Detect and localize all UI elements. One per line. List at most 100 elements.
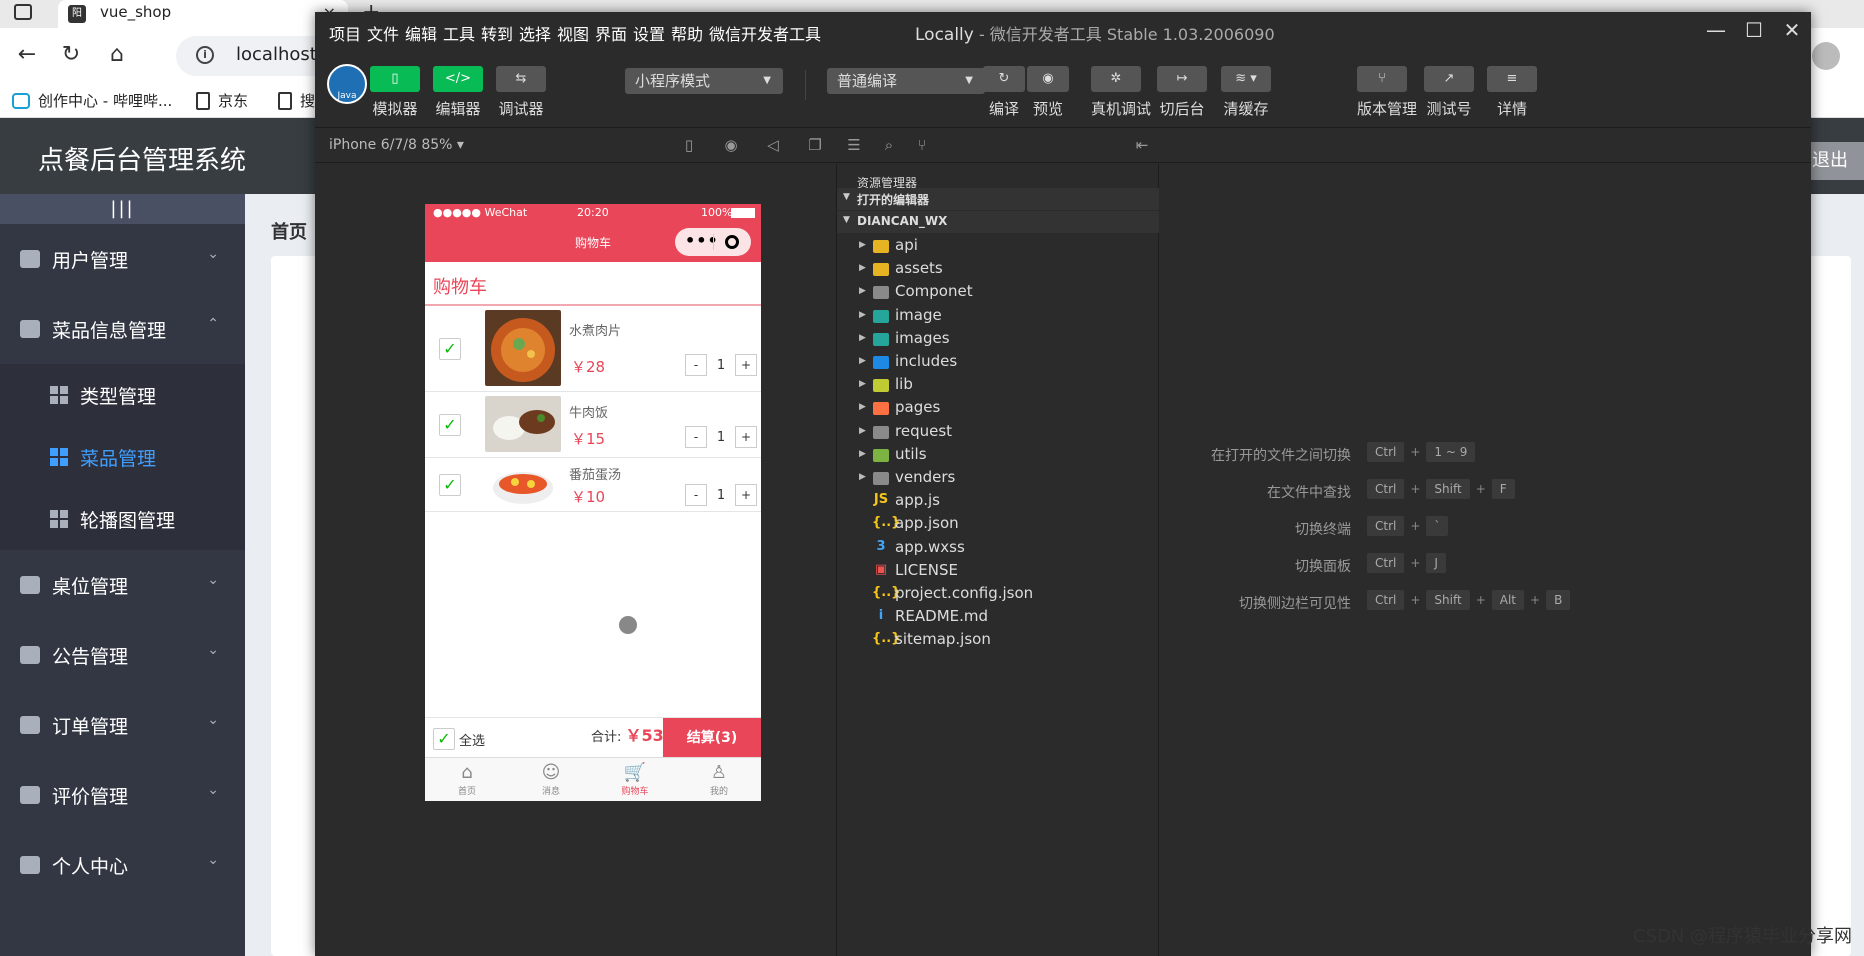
sidebar-toggle-button[interactable]: ||| xyxy=(0,194,245,224)
minimize-icon[interactable]: — xyxy=(1701,18,1731,42)
test-account-button[interactable]: ↗ 测试号 xyxy=(1424,66,1474,119)
submenu-item-types[interactable]: 类型管理 xyxy=(0,364,245,426)
folder-venders[interactable]: ▶ venders xyxy=(837,467,1159,490)
menu-item-orders[interactable]: 订单管理 ⌄ xyxy=(0,690,245,760)
file-app-js[interactable]: JS app.js xyxy=(837,490,1159,513)
folder-assets[interactable]: ▶ assets xyxy=(837,258,1159,281)
select-all-checkbox[interactable]: ✓ xyxy=(433,728,455,750)
item-checkbox[interactable]: ✓ xyxy=(439,474,461,496)
menu-view[interactable]: 视图 xyxy=(557,21,589,45)
increase-button[interactable]: + xyxy=(735,354,757,376)
breadcrumb[interactable]: 首页 xyxy=(271,218,307,244)
refresh-icon[interactable]: ↻ xyxy=(56,42,86,67)
item-checkbox[interactable]: ✓ xyxy=(439,338,461,360)
menu-wechat-devtools[interactable]: 微信开发者工具 xyxy=(709,21,821,45)
file-app-wxss[interactable]: 3 app.wxss xyxy=(837,537,1159,560)
decrease-button[interactable]: - xyxy=(685,354,707,376)
tab-cart[interactable]: 🛒 购物车 xyxy=(593,762,677,797)
home-icon[interactable]: ⌂ xyxy=(102,42,132,67)
menu-settings[interactable]: 设置 xyxy=(633,21,665,45)
submenu-item-carousel[interactable]: 轮播图管理 xyxy=(0,488,245,550)
tab-home[interactable]: ⌂ 首页 xyxy=(425,762,509,797)
increase-button[interactable]: + xyxy=(735,484,757,506)
checkout-button[interactable]: 结算(3) xyxy=(663,718,761,758)
decrease-button[interactable]: - xyxy=(685,426,707,448)
folder-componet[interactable]: ▶ Componet xyxy=(837,281,1159,304)
menu-item-users[interactable]: 用户管理 ⌄ xyxy=(0,224,245,294)
mode-select[interactable]: 小程序模式 ▼ xyxy=(625,68,783,94)
folder-image[interactable]: ▶ image xyxy=(837,305,1159,328)
bookmark-jd[interactable]: 京东 xyxy=(196,90,248,111)
clear-cache-button[interactable]: ≋ ▾ 清缓存 xyxy=(1221,66,1271,119)
branch-icon[interactable]: ⑂ xyxy=(913,136,931,154)
tab-messages[interactable]: ☺ 消息 xyxy=(509,762,593,797)
menu-item-notices[interactable]: 公告管理 ⌄ xyxy=(0,620,245,690)
version-button[interactable]: ⑂ 版本管理 xyxy=(1357,66,1417,119)
submenu-item-dishes[interactable]: 菜品管理 xyxy=(0,426,245,488)
record-icon[interactable]: ◉ xyxy=(722,136,740,154)
device-select[interactable]: iPhone 6/7/8 85% ▾ xyxy=(329,137,464,153)
bookmark-bilibili[interactable]: 创作中心 - 哔哩哔... xyxy=(12,90,172,111)
preview-button[interactable]: ◉ 预览 xyxy=(1027,66,1069,119)
bookmark-search[interactable]: 搜 xyxy=(278,90,315,111)
menu-item-profile[interactable]: 个人中心 ⌄ xyxy=(0,830,245,900)
remote-debug-button[interactable]: ✲ 真机调试 xyxy=(1091,66,1151,119)
details-button[interactable]: ≡ 详情 xyxy=(1487,66,1537,119)
folder-api[interactable]: ▶ api xyxy=(837,235,1159,258)
menu-item-reviews[interactable]: 评价管理 ⌄ xyxy=(0,760,245,830)
volume-icon[interactable]: ◁ xyxy=(764,136,782,154)
menu-help[interactable]: 帮助 xyxy=(671,21,703,45)
compile-button[interactable]: ↻ 编译 xyxy=(983,66,1025,119)
menu-file[interactable]: 文件 xyxy=(367,21,399,45)
maximize-icon[interactable]: ☐ xyxy=(1739,18,1769,42)
file-license[interactable]: ▣ LICENSE xyxy=(837,560,1159,583)
file-app-json[interactable]: {..} app.json xyxy=(837,513,1159,536)
window-icon[interactable]: ❐ xyxy=(806,136,824,154)
folder-includes[interactable]: ▶ includes xyxy=(837,351,1159,374)
folder-request[interactable]: ▶ request xyxy=(837,421,1159,444)
folder-lib[interactable]: ▶ lib xyxy=(837,374,1159,397)
menu-item-dishes[interactable]: 菜品信息管理 ⌃ xyxy=(0,294,245,364)
browser-tab[interactable]: 阳 vue_shop × xyxy=(58,0,348,28)
folder-images[interactable]: ▶ images xyxy=(837,328,1159,351)
menu-edit[interactable]: 编辑 xyxy=(405,21,437,45)
collapse-panel-icon[interactable]: ⇤ xyxy=(1133,136,1151,154)
close-icon[interactable]: ✕ xyxy=(1777,18,1807,42)
logout-button[interactable]: 退出 xyxy=(1804,142,1864,180)
editor-button[interactable]: </> 编辑器 xyxy=(433,66,483,119)
decrease-button[interactable]: - xyxy=(685,484,707,506)
tab-actions-icon[interactable] xyxy=(14,4,32,20)
shortcut-description: 在打开的文件之间切换 xyxy=(1211,448,1351,464)
profile-icon[interactable] xyxy=(1812,42,1840,70)
folder-label: includes xyxy=(895,352,958,370)
menu-tools[interactable]: 工具 xyxy=(443,21,475,45)
rotate-icon[interactable]: ▯ xyxy=(680,136,698,154)
folder-pages[interactable]: ▶ pages xyxy=(837,397,1159,420)
background-button[interactable]: ↦ 切后台 xyxy=(1157,66,1207,119)
project-section[interactable]: ▼ DIANCAN_WX xyxy=(837,211,1159,233)
menu-item-tables[interactable]: 桌位管理 ⌄ xyxy=(0,550,245,620)
menu-goto[interactable]: 转到 xyxy=(481,21,513,45)
file-readme-md[interactable]: i README.md xyxy=(837,606,1159,629)
file-sitemap-json[interactable]: {..} sitemap.json xyxy=(837,629,1159,652)
tab-mine[interactable]: ♙ 我的 xyxy=(677,762,761,797)
increase-button[interactable]: + xyxy=(735,426,757,448)
info-icon[interactable]: i xyxy=(196,46,214,64)
open-editors-section[interactable]: ▼ 打开的编辑器 xyxy=(837,188,1159,210)
debugger-button[interactable]: ⇆ 调试器 xyxy=(496,66,546,119)
simulator-button[interactable]: ▯ 模拟器 xyxy=(370,66,420,119)
close-mini-program-icon[interactable] xyxy=(725,235,739,249)
search-icon[interactable]: ⌕ xyxy=(880,136,898,154)
compile-select[interactable]: 普通编译 ▼ xyxy=(827,68,985,94)
menu-project[interactable]: 项目 xyxy=(329,21,361,45)
list-icon[interactable]: ☰ xyxy=(845,136,863,154)
menu-interface[interactable]: 界面 xyxy=(595,21,627,45)
avatar[interactable]: Java xyxy=(327,64,367,104)
capsule-menu[interactable]: ••• xyxy=(675,228,751,256)
item-checkbox[interactable]: ✓ xyxy=(439,414,461,436)
menu-select[interactable]: 选择 xyxy=(519,21,551,45)
folder-utils[interactable]: ▶ utils xyxy=(837,444,1159,467)
back-icon[interactable]: ← xyxy=(12,42,42,67)
file-project-config-json[interactable]: {..} project.config.json xyxy=(837,583,1159,606)
select-all-label[interactable]: 全选 xyxy=(459,730,485,749)
